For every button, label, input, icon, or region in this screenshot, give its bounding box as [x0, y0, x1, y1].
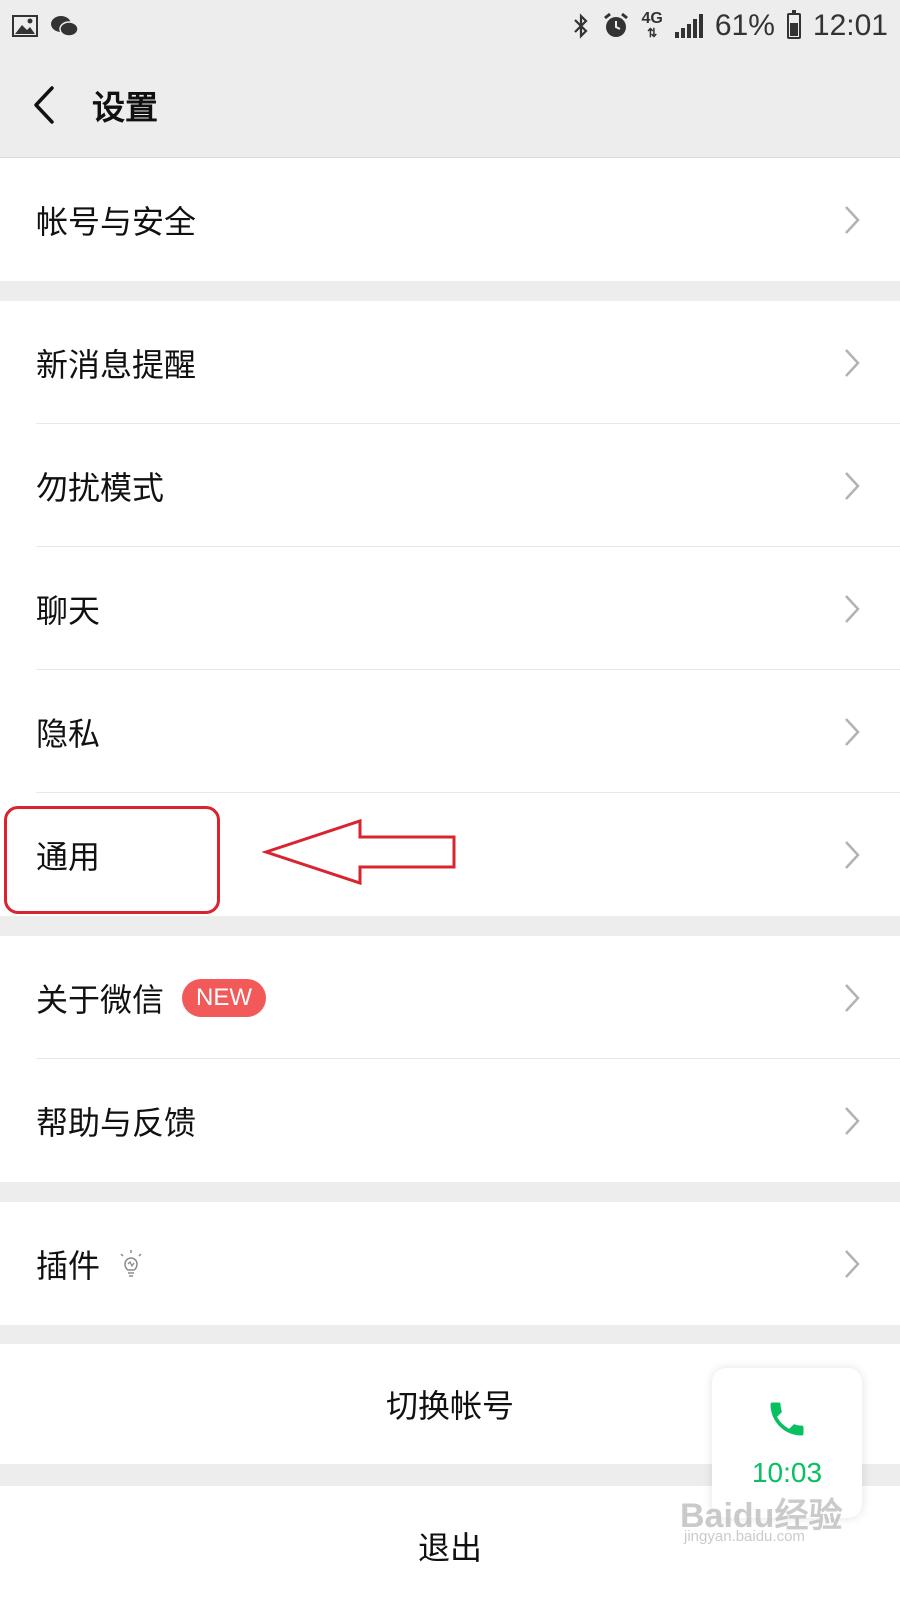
settings-item-label: 插件 — [36, 1246, 101, 1285]
settings-item-help-feedback[interactable]: 帮助与反馈 — [0, 1059, 900, 1182]
settings-item-plugins[interactable]: 插件 — [0, 1202, 900, 1325]
status-bar-left — [12, 14, 80, 38]
settings-item-account-security[interactable]: 帐号与安全 — [0, 158, 900, 281]
wechat-icon — [51, 16, 79, 37]
settings-item-label: 隐私 — [36, 714, 101, 753]
settings-item-label: 聊天 — [36, 591, 101, 630]
chevron-right-icon — [845, 471, 860, 500]
phone-icon — [770, 1402, 804, 1436]
settings-item-new-message-alerts[interactable]: 新消息提醒 — [0, 301, 900, 424]
settings-item-about-wechat[interactable]: 关于微信 NEW — [0, 936, 900, 1059]
chevron-right-icon — [845, 840, 860, 869]
status-bar: 4G ⇅ 61% 12:01 — [0, 0, 900, 52]
network-type: 4G — [641, 10, 663, 27]
nav-bar: 设置 — [0, 52, 900, 157]
status-bar-right: 4G ⇅ 61% 12:01 — [572, 9, 888, 43]
settings-group-plugins: 插件 — [0, 1202, 900, 1325]
signal-icon — [674, 14, 703, 38]
call-duration: 10:03 — [751, 1457, 823, 1488]
battery-percent: 61% — [714, 9, 775, 42]
page-title: 设置 — [92, 87, 158, 127]
gallery-icon — [12, 15, 38, 37]
annotation-arrow-icon — [262, 818, 456, 886]
network-indicator: 4G ⇅ — [641, 10, 663, 41]
settings-item-do-not-disturb[interactable]: 勿扰模式 — [0, 424, 900, 547]
lightbulb-icon — [120, 1249, 142, 1277]
battery-icon — [786, 10, 801, 39]
chevron-right-icon — [845, 205, 860, 234]
chevron-left-icon — [34, 85, 54, 124]
settings-group-about: 关于微信 NEW 帮助与反馈 — [0, 936, 900, 1182]
chevron-right-icon — [845, 1249, 860, 1278]
settings-item-label: 新消息提醒 — [36, 345, 197, 384]
annotation-highlight-box — [4, 806, 220, 914]
settings-item-chat[interactable]: 聊天 — [0, 547, 900, 670]
settings-item-label: 帐号与安全 — [36, 202, 197, 241]
chevron-right-icon — [845, 594, 860, 623]
chevron-right-icon — [845, 1106, 860, 1135]
new-badge: NEW — [182, 978, 267, 1017]
settings-item-label: 勿扰模式 — [36, 468, 165, 507]
bluetooth-icon — [573, 13, 588, 39]
settings-item-privacy[interactable]: 隐私 — [0, 670, 900, 793]
settings-item-label: 帮助与反馈 — [36, 1103, 197, 1142]
back-button[interactable] — [4, 52, 84, 157]
settings-item-label: 关于微信 — [36, 980, 165, 1019]
alarm-icon — [603, 12, 628, 37]
clock: 12:01 — [812, 9, 888, 42]
data-arrows-icon: ⇅ — [647, 26, 658, 40]
watermark-url: jingyan.baidu.com — [684, 1528, 805, 1545]
settings-group-account: 帐号与安全 — [0, 158, 900, 281]
chevron-right-icon — [845, 983, 860, 1012]
chevron-right-icon — [845, 717, 860, 746]
chevron-right-icon — [845, 348, 860, 377]
